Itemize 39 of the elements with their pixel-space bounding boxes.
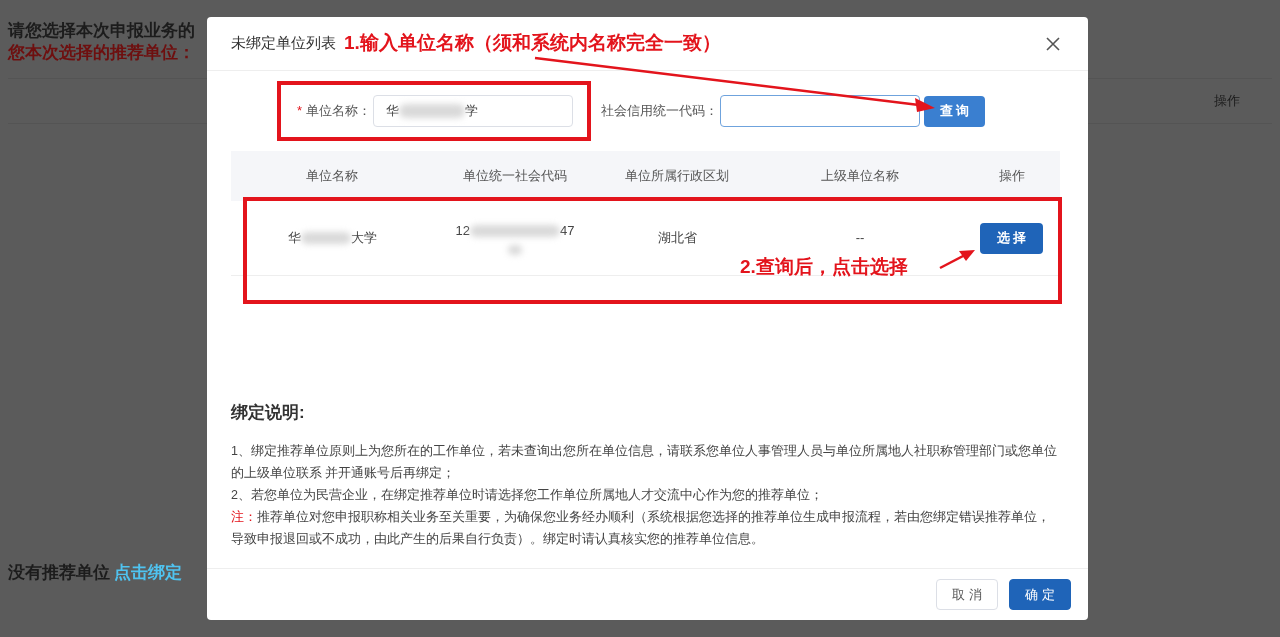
close-icon: [1046, 36, 1060, 51]
selected-unit-label: 您本次选择的推荐单位：: [8, 42, 195, 64]
close-button[interactable]: [1044, 34, 1062, 53]
annotation-text: 2.查询后，点击选择: [740, 255, 908, 279]
bind-link[interactable]: 点击绑定: [114, 560, 182, 586]
annotation-arrow: [939, 250, 975, 270]
table-cell-text: 湖北省: [657, 229, 697, 248]
search-button[interactable]: 查 询: [924, 95, 985, 127]
page-heading: 请您选择本次申报业务的: [8, 20, 195, 42]
column-header: 单位名称: [306, 167, 358, 186]
column-header: 操作: [998, 167, 1025, 186]
annotation-text: 1.输入单位名称（须和系统内名称完全一致）: [344, 31, 721, 56]
unit-name-field[interactable]: 华 学: [373, 95, 574, 127]
notes-heading: 绑定说明:: [231, 402, 306, 424]
warning-note: 注：推荐单位对您申报职称相关业务至关重要，为确保您业务经办顺利（系统根据您选择的推荐单位生成申报流程，若由您绑定错误推荐单位，导致申报退回或不成功，由此产生的后果自行负责）。绑定时请认真核实您的推荐单位信息。: [231, 508, 1051, 548]
no-unit-text: 没有推荐单位: [8, 562, 110, 584]
dialog-title: 未绑定单位列表: [231, 33, 336, 54]
column-header: 上级单位名称: [821, 167, 899, 186]
redaction-blur: [399, 104, 466, 118]
required-mark: *: [297, 102, 303, 121]
field-label: 单位名称：: [306, 102, 372, 121]
field-value: 学: [465, 102, 479, 121]
table-cell-text: 大学: [350, 229, 377, 248]
confirm-button[interactable]: 确 定: [1009, 579, 1071, 610]
column-header: 单位所属行政区划: [625, 167, 729, 186]
credit-code-field[interactable]: [720, 95, 920, 127]
table-cell-text: 47: [560, 222, 575, 241]
table-cell-text: 华: [287, 229, 301, 248]
note-text: 2、若您单位为民营企业，在绑定推荐单位时请选择您工作单位所属地人才交流中心作为您的推荐单位；: [231, 486, 824, 504]
table-cell-text: --: [855, 229, 865, 248]
cancel-button[interactable]: 取 消: [936, 579, 998, 610]
select-button[interactable]: 选 择: [980, 222, 1043, 254]
field-value: 华: [386, 102, 400, 121]
field-label: 社会信用统一代码：: [601, 102, 718, 121]
redaction-blur: [508, 244, 522, 255]
redaction-blur: [300, 232, 351, 244]
table-cell-text: 12: [455, 222, 470, 241]
column-header: 单位统一社会代码: [463, 167, 567, 186]
note-text: 1、绑定推荐单位原则上为您所在的工作单位，若未查询出您所在单位信息，请联系您单位人事管理人员与单位所属地人社职称管理部门或您单位的上级单位联系 并开通账号后再绑定；: [231, 442, 1057, 482]
